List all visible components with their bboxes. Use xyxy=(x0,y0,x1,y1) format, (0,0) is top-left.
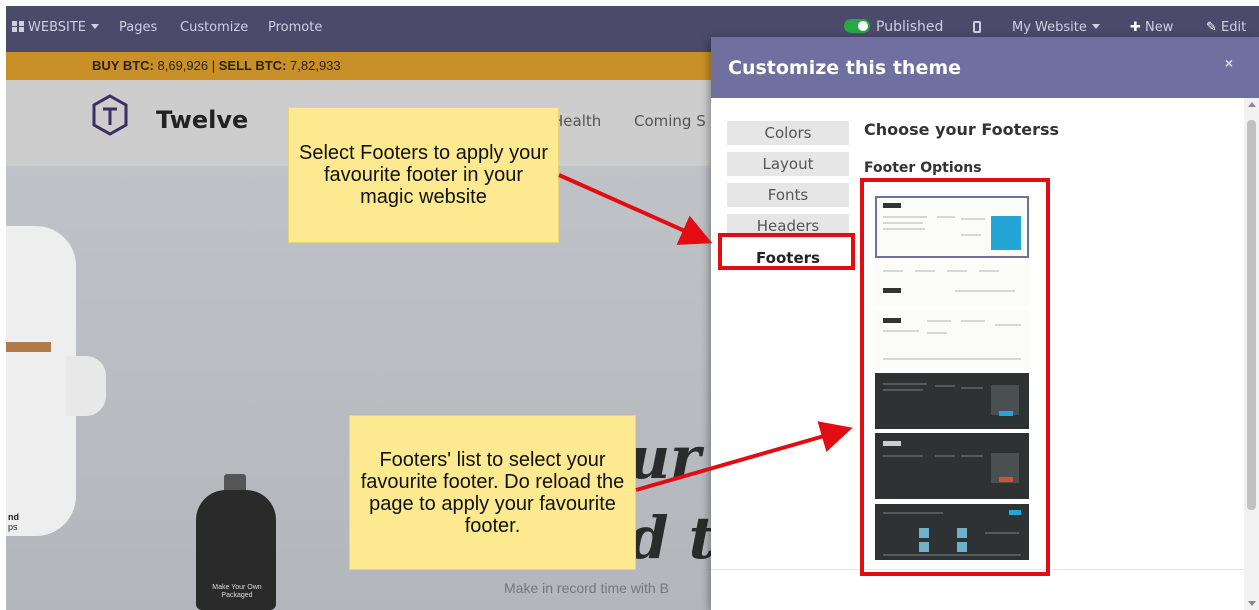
choose-footer-heading: Choose your Footerss xyxy=(864,120,1060,139)
menu-customize[interactable]: Customize xyxy=(180,20,248,35)
tab-colors[interactable]: Colors xyxy=(727,121,849,145)
buy-btc-label: BUY BTC: xyxy=(92,58,154,73)
modal-scrollbar[interactable] xyxy=(1244,98,1259,610)
sell-btc-label: SELL BTC: xyxy=(218,58,287,73)
website-menu[interactable]: WEBSITE xyxy=(12,20,99,35)
grinder-label: Make Your Own Packaged xyxy=(212,584,262,599)
published-toggle[interactable]: Published xyxy=(844,19,943,35)
caret-down-icon xyxy=(91,24,99,29)
apps-grid-icon xyxy=(12,21,24,32)
btc-separator: | xyxy=(211,58,216,73)
mobile-preview-button[interactable] xyxy=(973,20,981,35)
footer-options-heading: Footer Options xyxy=(864,160,982,176)
hero-subtitle: Make in record time with B xyxy=(504,580,669,596)
toggle-switch-icon xyxy=(844,19,870,33)
menu-promote[interactable]: Promote xyxy=(268,20,322,35)
new-button[interactable]: ✚ New xyxy=(1130,20,1173,35)
modal-title: Customize this theme xyxy=(728,57,962,79)
pencil-icon: ✎ xyxy=(1206,20,1217,35)
highlight-footers-tab xyxy=(718,233,855,270)
twelve-logo-icon[interactable] xyxy=(92,94,128,136)
caret-down-icon xyxy=(1091,24,1100,29)
nav-health[interactable]: Health xyxy=(552,112,601,130)
callout-select-footers: Select Footers to apply your favourite f… xyxy=(288,107,559,243)
nav-coming-soon[interactable]: Coming S xyxy=(634,112,706,130)
close-icon[interactable]: × xyxy=(1225,55,1233,71)
site-switcher[interactable]: My Website xyxy=(1012,20,1100,35)
kettle-band xyxy=(6,342,51,352)
scroll-thumb[interactable] xyxy=(1247,120,1256,510)
callout-footers-list: Footers' list to select your favourite f… xyxy=(349,415,636,570)
site-brand[interactable]: Twelve xyxy=(156,106,248,134)
kettle-spout xyxy=(66,356,106,416)
mobile-icon xyxy=(973,21,981,33)
hero-side-text: nd ps xyxy=(8,512,19,532)
buy-btc-value: 8,69,926 xyxy=(157,58,209,73)
scroll-down-icon[interactable] xyxy=(1248,601,1256,606)
tab-fonts[interactable]: Fonts xyxy=(727,183,849,207)
scroll-up-icon[interactable] xyxy=(1248,102,1256,107)
highlight-footer-list xyxy=(860,178,1050,576)
tab-layout[interactable]: Layout xyxy=(727,152,849,176)
sell-btc-value: 7,82,933 xyxy=(290,58,341,73)
edit-button[interactable]: ✎ Edit xyxy=(1206,20,1246,35)
modal-header: Customize this theme × xyxy=(711,37,1259,98)
plus-icon: ✚ xyxy=(1130,20,1141,35)
menu-pages[interactable]: Pages xyxy=(119,20,157,35)
